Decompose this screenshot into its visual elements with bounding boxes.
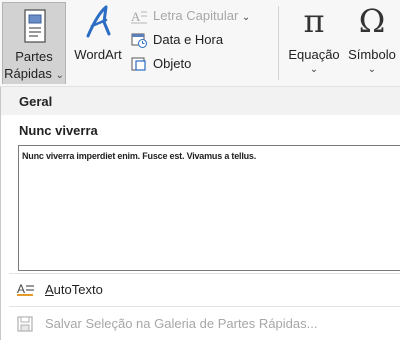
wordart-icon [86, 5, 111, 38]
equacao-button[interactable]: π Equação ⌄ [285, 0, 343, 84]
ribbon-group-separator [278, 6, 279, 80]
letra-capitular-button[interactable]: A Letra Capitular ⌄ [131, 4, 271, 28]
ribbon: Partes Rápidas ⌄ WordArt A Letra Capitul… [0, 0, 400, 87]
partes-rapidas-label-line1: Partes [15, 49, 53, 64]
text-small-commands: A Letra Capitular ⌄ Data e Hora Objeto [131, 4, 271, 76]
gallery-category-header: Geral [1, 87, 400, 115]
autotexto-menu-item[interactable]: A AutoTexto [1, 276, 400, 304]
objeto-label: Objeto [153, 56, 192, 71]
partes-rapidas-label-line2-row: Rápidas ⌄ [3, 66, 65, 84]
data-e-hora-label: Data e Hora [153, 32, 224, 47]
chevron-down-icon: ⌄ [241, 12, 251, 23]
svg-text:A: A [131, 9, 141, 24]
letra-capitular-label: Letra Capitular [153, 8, 239, 23]
autotexto-label: utoTexto [53, 282, 103, 297]
menu-divider [9, 273, 400, 274]
calendar-clock-icon [131, 33, 147, 48]
svg-text:A: A [17, 282, 25, 296]
wordart-label: WordArt [74, 47, 122, 62]
simbolo-button[interactable]: Ω Símbolo ⌄ [344, 0, 400, 84]
salvar-selecao-label: Salvar Seleção na Galeria de Partes Rápi… [45, 316, 318, 331]
chevron-down-icon: ⌄ [55, 70, 64, 81]
simbolo-label: Símbolo [348, 47, 396, 62]
building-block-preview-text: Nunc viverra imperdiet enim. Fusce est. … [22, 151, 257, 161]
partes-rapidas-label-line2: Rápidas [4, 66, 52, 81]
drop-cap-icon: A [131, 9, 147, 24]
salvar-selecao-menu-item[interactable]: Salvar Seleção na Galeria de Partes Rápi… [1, 310, 400, 338]
chevron-down-icon: ⌄ [309, 64, 319, 75]
autotexto-access-key: A [45, 282, 54, 297]
omega-icon: Ω [358, 2, 386, 40]
save-icon [17, 316, 33, 332]
object-icon [131, 57, 146, 71]
data-e-hora-button[interactable]: Data e Hora [131, 28, 271, 52]
equacao-label: Equação [288, 47, 340, 62]
menu-divider [9, 306, 400, 307]
building-block-preview[interactable]: Nunc viverra imperdiet enim. Fusce est. … [18, 145, 400, 271]
chevron-down-icon: ⌄ [367, 64, 377, 75]
building-block-title: Nunc viverra [19, 123, 98, 138]
word-insert-ribbon-window: Partes Rápidas ⌄ WordArt A Letra Capitul… [0, 0, 400, 340]
quick-parts-gallery-panel: Geral Nunc viverra Nunc viverra imperdie… [0, 87, 400, 340]
objeto-button[interactable]: Objeto [131, 52, 271, 76]
quick-parts-icon [24, 9, 46, 43]
autotext-icon: A [17, 282, 34, 296]
partes-rapidas-button[interactable]: Partes Rápidas ⌄ [2, 2, 66, 84]
wordart-button[interactable]: WordArt [70, 0, 126, 84]
pi-icon: π [303, 2, 325, 40]
